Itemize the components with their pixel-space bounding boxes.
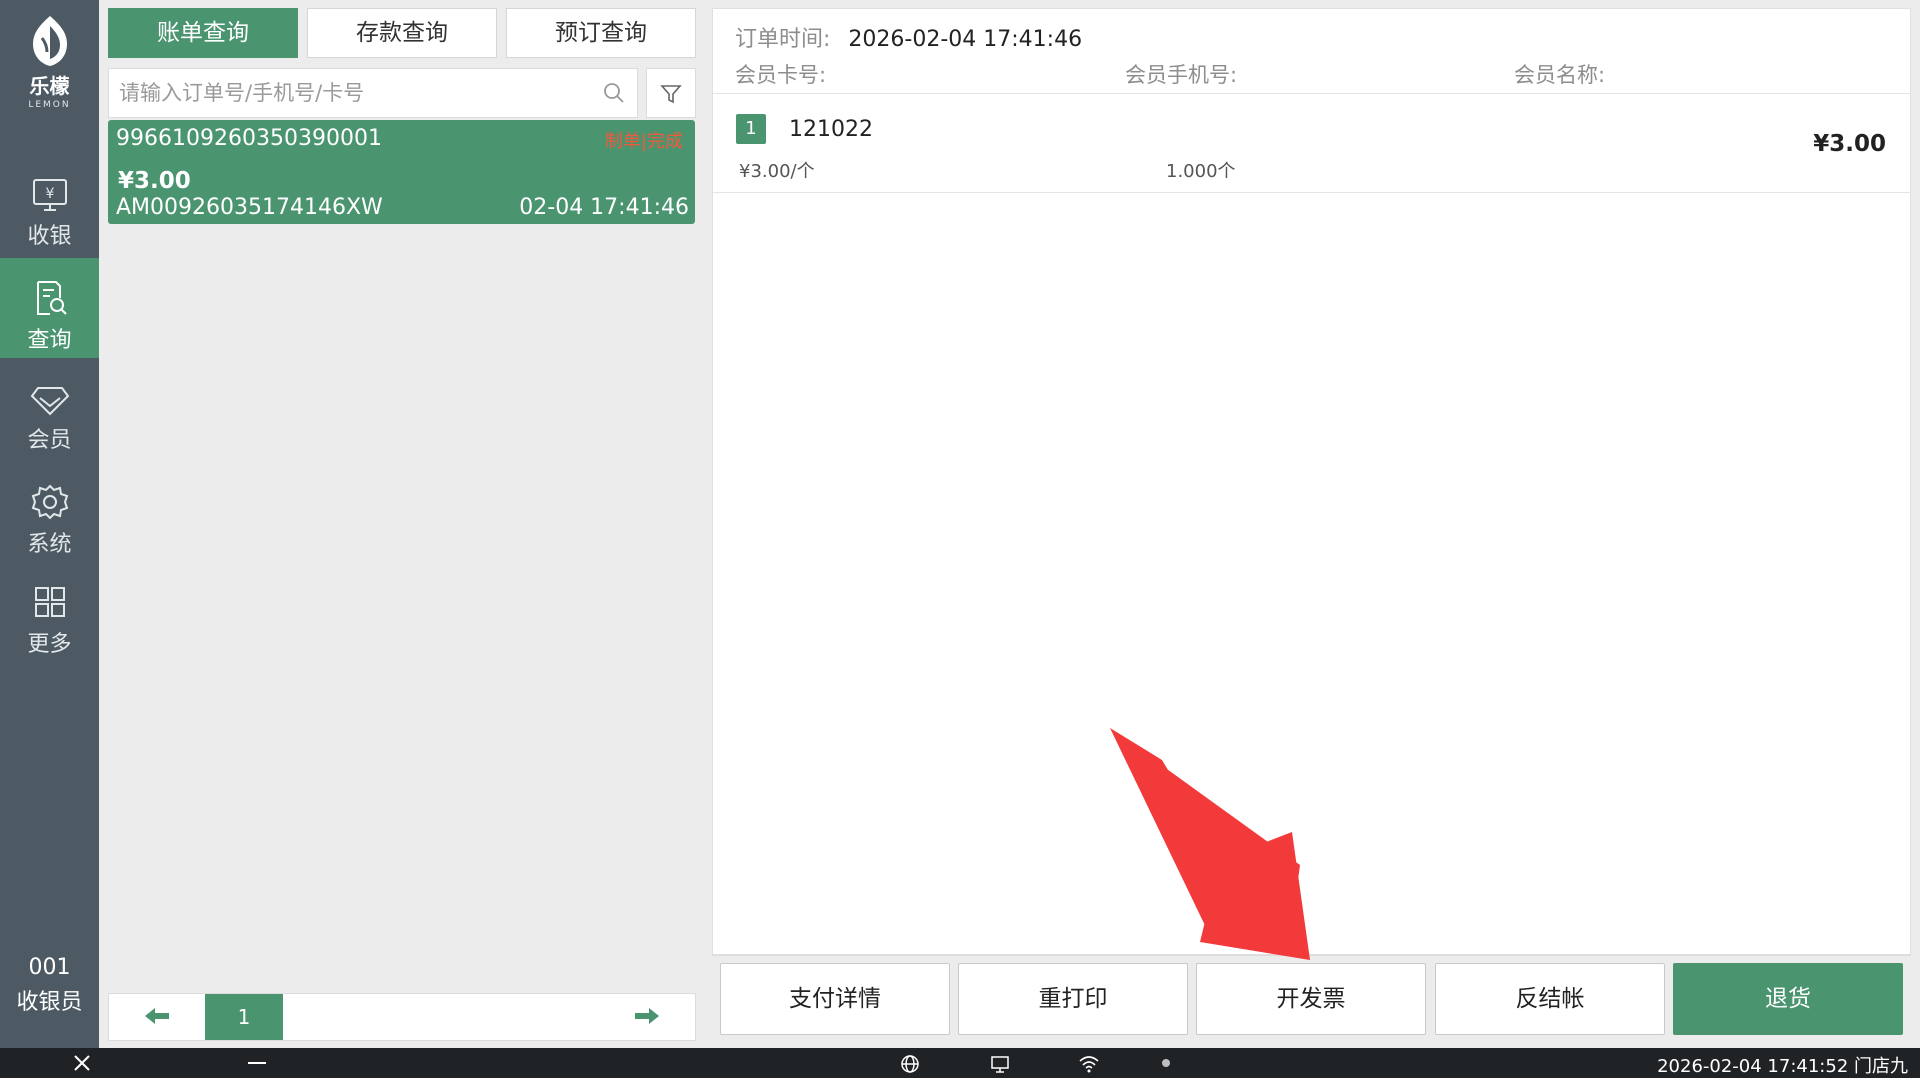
order-serial: AM00926035174146XW — [116, 195, 383, 220]
taskbar: 2026-02-04 17:41:52 门店九 — [0, 1048, 1920, 1078]
nav-label: 收银 — [27, 224, 72, 249]
member-name-label: 会员名称: — [1514, 63, 1606, 87]
item-index: 1 — [736, 114, 766, 144]
cashier-number: 001 — [28, 955, 71, 980]
divider — [713, 93, 1910, 94]
globe-icon[interactable] — [900, 1054, 920, 1078]
reprint-button[interactable]: 重打印 — [958, 963, 1188, 1035]
order-number: 9966109260350390001 — [116, 126, 382, 151]
pagination: 1 — [108, 993, 696, 1041]
item-code: 121022 — [789, 117, 873, 142]
grid-icon — [34, 587, 65, 617]
cash-register-icon: ¥ — [32, 179, 67, 211]
nav-label: 查询 — [27, 328, 72, 353]
close-icon[interactable] — [72, 1053, 92, 1077]
svg-text:¥: ¥ — [45, 186, 54, 202]
nav-item-cashier[interactable]: ¥ 收银 — [0, 156, 99, 256]
order-time: 02-04 17:41:46 — [519, 195, 689, 220]
tab-deposit-query[interactable]: 存款查询 — [307, 8, 497, 58]
nav-label: 系统 — [27, 532, 72, 557]
nav-item-member[interactable]: 会员 — [0, 360, 99, 460]
item-total: ¥3.00 — [1813, 131, 1886, 157]
cashier-role: 收银员 — [16, 990, 83, 1015]
nav-item-query[interactable]: 查询 — [0, 258, 99, 358]
sidebar: 乐檬 LEMON ¥ 收银 查询 会员 系统 更多 001 收银员 — [0, 0, 99, 1048]
order-time-row: 订单时间: 2026-02-04 17:41:46 — [735, 21, 1082, 53]
diamond-icon — [30, 387, 69, 416]
minimize-icon[interactable] — [248, 1062, 266, 1064]
search-document-icon — [36, 281, 67, 315]
search-input[interactable] — [109, 69, 579, 117]
tab-bill-query[interactable]: 账单查询 — [108, 8, 298, 58]
member-phone-label: 会员手机号: — [1125, 63, 1238, 87]
search-box — [108, 68, 638, 118]
prev-page-button[interactable] — [109, 994, 205, 1040]
nav-label: 会员 — [27, 428, 72, 453]
tab-reservation-query[interactable]: 预订查询 — [506, 8, 696, 58]
reverse-settle-button[interactable]: 反结帐 — [1435, 963, 1665, 1035]
order-status: 制单|完成 — [604, 131, 683, 152]
lemon-logo-icon — [32, 16, 67, 66]
monitor-icon[interactable] — [990, 1054, 1010, 1078]
brand-name: 乐檬 — [29, 74, 70, 98]
filter-icon — [660, 85, 682, 104]
app-logo: 乐檬 LEMON — [0, 14, 99, 114]
search-icon[interactable] — [603, 82, 625, 108]
order-list-item[interactable]: 9966109260350390001 制单|完成 ¥3.00 AM009260… — [108, 120, 695, 224]
nav-item-system[interactable]: 系统 — [0, 462, 99, 562]
arrow-left-icon — [145, 1008, 169, 1024]
order-amount: ¥3.00 — [118, 168, 191, 194]
payment-detail-button[interactable]: 支付详情 — [720, 963, 950, 1035]
status-dot-icon — [1162, 1059, 1170, 1067]
arrow-right-icon — [635, 1008, 659, 1024]
current-page[interactable]: 1 — [205, 994, 283, 1040]
member-card-label: 会员卡号: — [735, 63, 827, 87]
refund-button[interactable]: 退货 — [1673, 963, 1903, 1035]
nav-item-more[interactable]: 更多 — [0, 564, 99, 664]
cashier-info: 001 收银员 — [0, 955, 99, 1016]
brand-name-en: LEMON — [28, 100, 71, 110]
next-page-button[interactable] — [599, 994, 695, 1040]
order-time-value: 2026-02-04 17:41:46 — [848, 27, 1083, 52]
nav-label: 更多 — [27, 632, 72, 657]
order-time-label: 订单时间: — [735, 27, 831, 52]
gear-icon — [31, 484, 68, 520]
taskbar-clock: 2026-02-04 17:41:52 门店九 — [1657, 1056, 1908, 1077]
item-unit-price: ¥3.00/个 — [739, 161, 815, 182]
query-tabs: 账单查询 存款查询 预订查询 — [108, 8, 696, 58]
filter-button[interactable] — [646, 68, 696, 118]
wifi-icon[interactable] — [1078, 1054, 1100, 1078]
red-arrow-annotation — [1110, 728, 1310, 960]
item-row[interactable]: 1 121022 ¥3.00/个 1.000个 ¥3.00 — [713, 95, 1910, 193]
invoice-button[interactable]: 开发票 — [1196, 963, 1426, 1035]
item-quantity: 1.000个 — [1166, 161, 1236, 182]
